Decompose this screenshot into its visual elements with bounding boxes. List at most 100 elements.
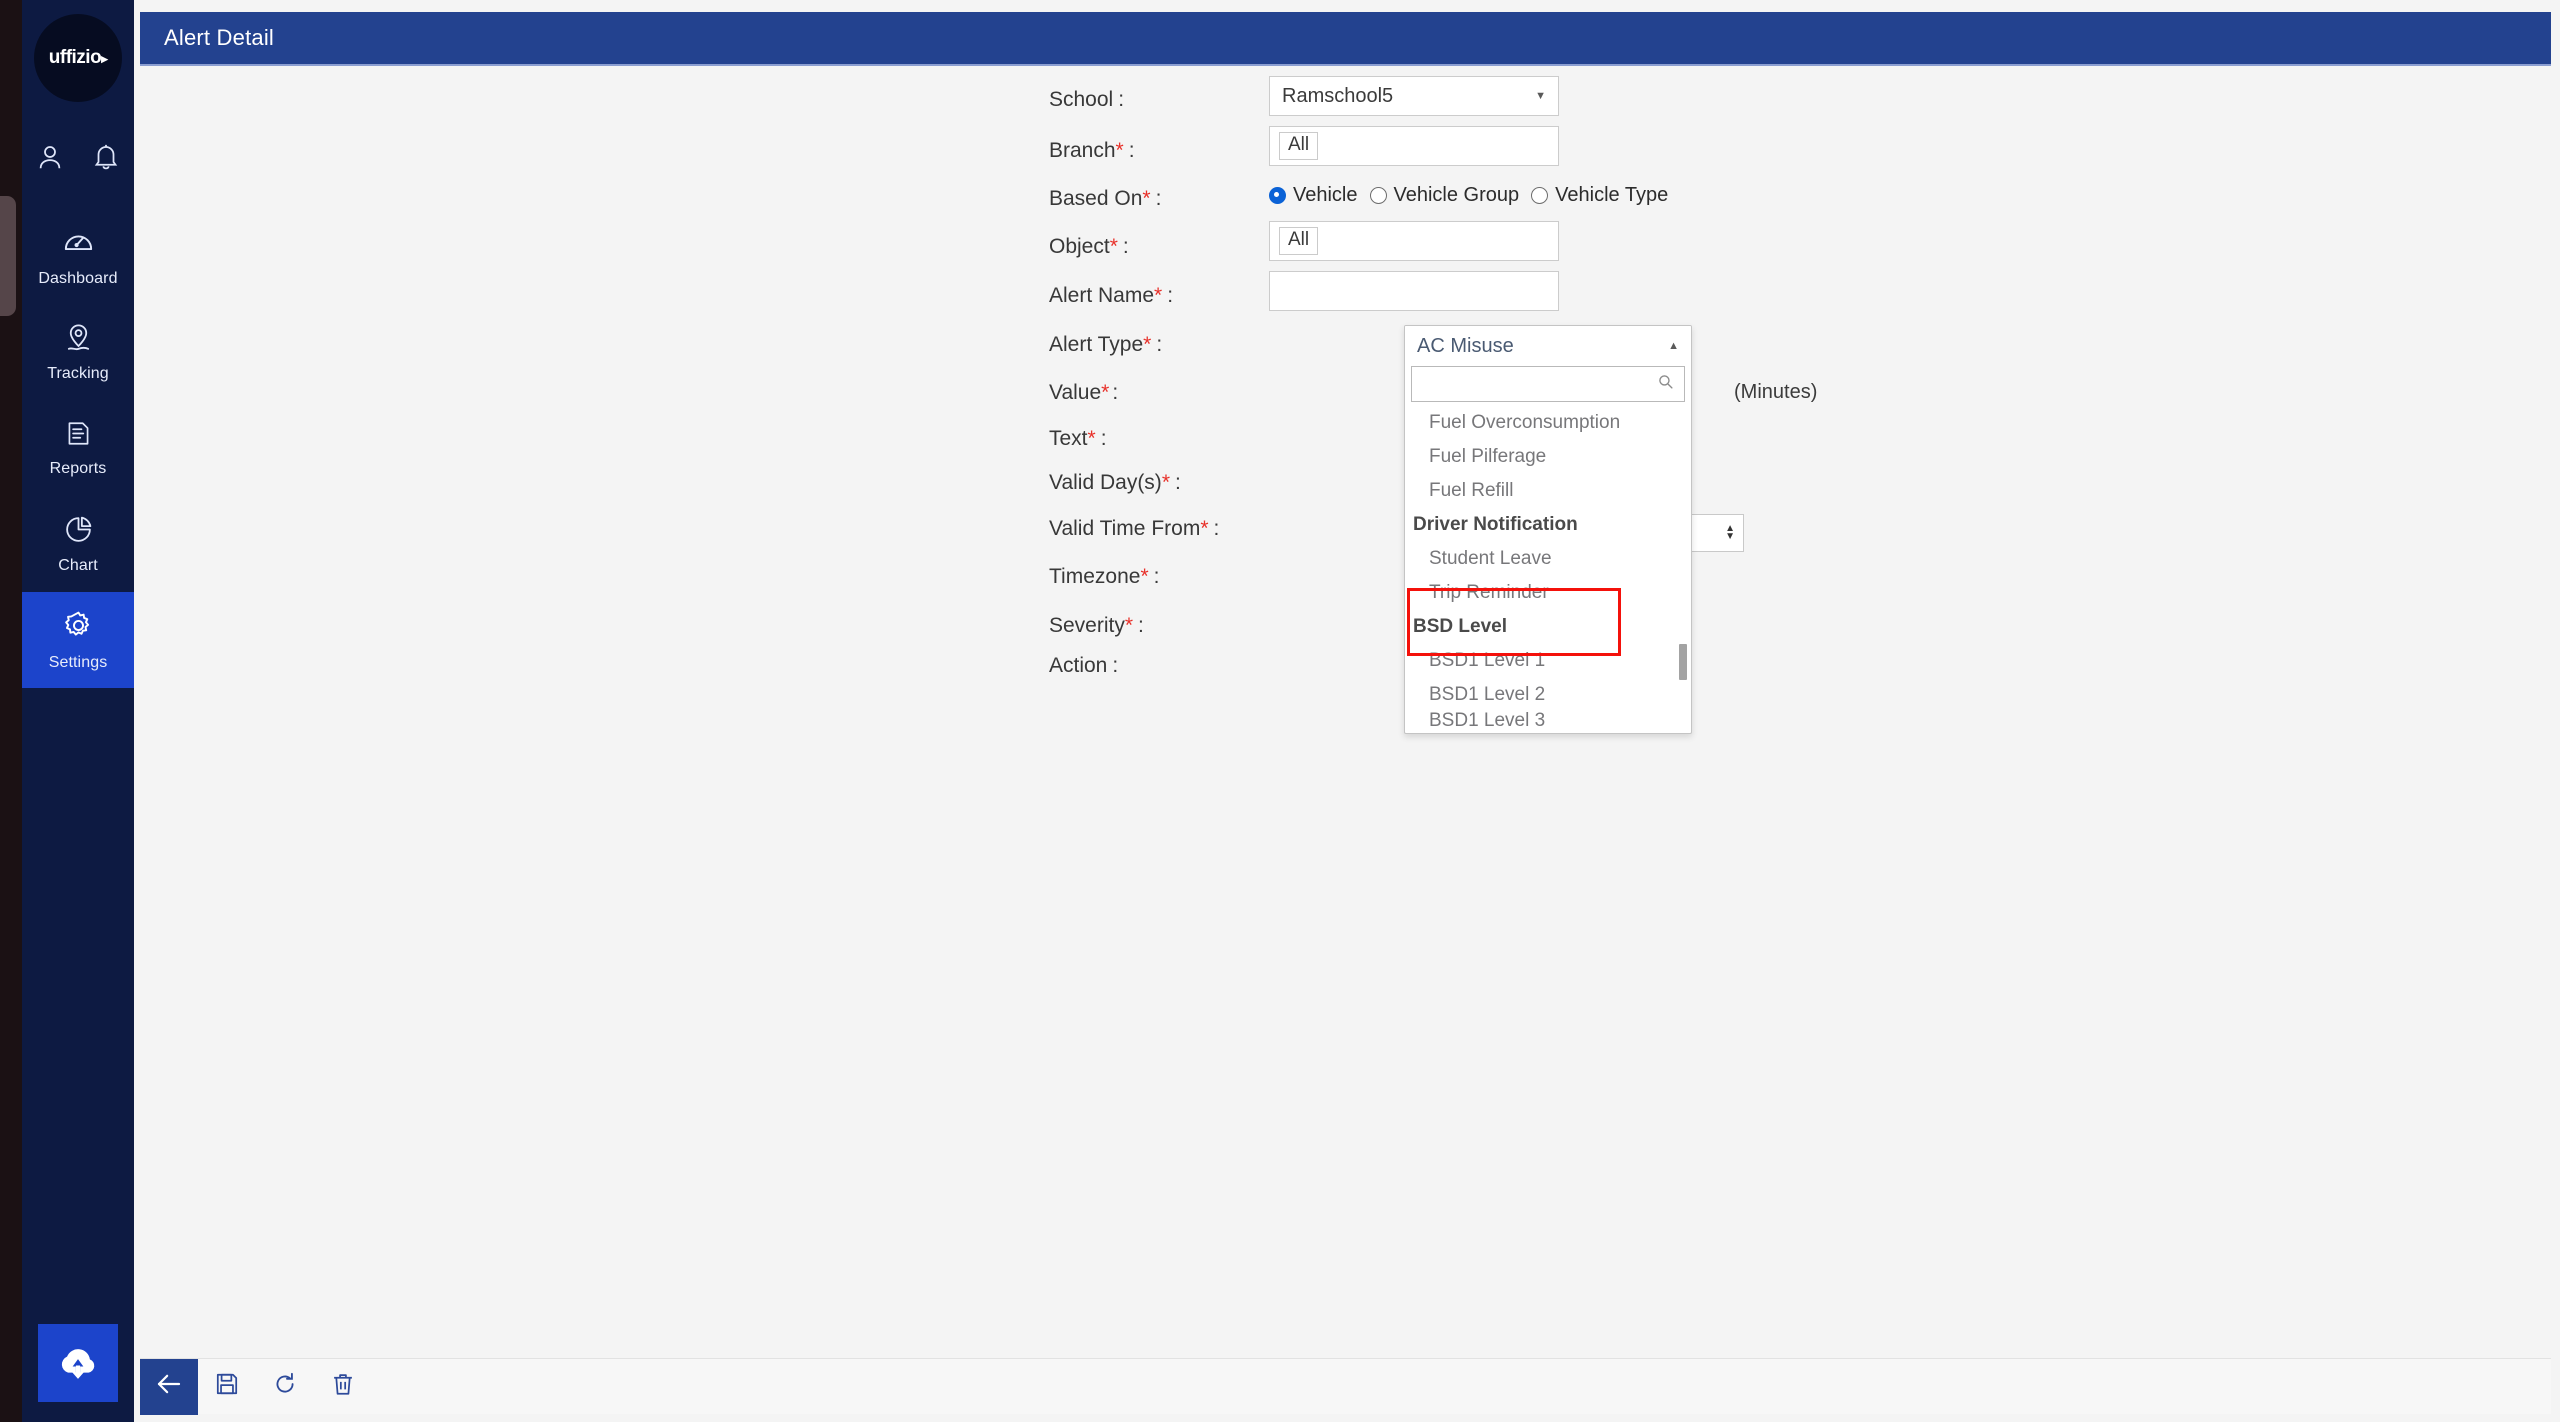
alert-type-select-header[interactable]: AC Misuse ▲ (1405, 326, 1691, 366)
sidebar-nav: Dashboard Tracking Reports (22, 208, 134, 688)
trash-icon (330, 1371, 356, 1402)
label-school: School: (1049, 88, 1269, 112)
arrow-left-icon (154, 1369, 184, 1404)
branch-multiselect[interactable]: All (1269, 126, 1559, 166)
radio-vehicle-group[interactable]: Vehicle Group (1370, 184, 1520, 207)
dropdown-group-bsd-level: BSD Level (1405, 610, 1691, 644)
chevron-down-icon: ▼ (1535, 90, 1546, 102)
sidebar-item-label: Settings (49, 654, 108, 672)
page-content: Alert Detail School: Ramschool5 ▼ Branch… (134, 0, 2560, 1422)
delete-button[interactable] (314, 1359, 372, 1415)
alert-name-input[interactable] (1269, 271, 1559, 311)
sidebar-item-label: Chart (58, 557, 98, 575)
label-text: Text*: (1049, 427, 1269, 451)
required-asterisk: * (1162, 471, 1170, 494)
branch-chip[interactable]: All (1279, 132, 1318, 160)
label-severity: Severity*: (1049, 614, 1269, 638)
bell-icon[interactable] (91, 142, 121, 172)
dropdown-option-trip-reminder[interactable]: Trip Reminder (1405, 576, 1691, 610)
radio-indicator (1370, 187, 1387, 204)
page-title: Alert Detail (140, 25, 274, 51)
speedometer-icon (62, 225, 95, 263)
required-asterisk: * (1143, 333, 1151, 356)
sidebar-item-reports[interactable]: Reports (22, 400, 134, 496)
label-timezone: Timezone*: (1049, 565, 1269, 589)
dropdown-option-list[interactable]: Fuel Overconsumption Fuel Pilferage Fuel… (1405, 406, 1691, 733)
required-asterisk: * (1154, 284, 1162, 307)
pie-chart-icon (63, 514, 94, 550)
page-header: Alert Detail (140, 12, 2551, 66)
dropdown-scrollbar-thumb[interactable] (1679, 644, 1687, 680)
save-button[interactable] (198, 1359, 256, 1415)
radio-vehicle[interactable]: Vehicle (1269, 184, 1358, 207)
object-chip[interactable]: All (1279, 227, 1318, 255)
dropdown-group-driver-notification: Driver Notification (1405, 508, 1691, 542)
sidebar-item-label: Tracking (47, 365, 109, 383)
floppy-disk-icon (214, 1371, 240, 1402)
reset-button[interactable] (256, 1359, 314, 1415)
dropdown-scrollbar-track[interactable] (1679, 406, 1687, 733)
dropdown-option-bsd1-level-3[interactable]: BSD1 Level 3 (1405, 712, 1691, 729)
sidebar-item-label: Reports (50, 460, 107, 478)
label-valid-days: Valid Day(s)*: (1049, 471, 1269, 495)
radio-indicator (1269, 187, 1286, 204)
school-select[interactable]: Ramschool5 ▼ (1269, 76, 1559, 116)
sidebar-item-settings[interactable]: Settings (22, 592, 134, 688)
label-action: Action: (1049, 654, 1269, 678)
label-alert-type: Alert Type*: (1049, 333, 1269, 357)
dropdown-option-bsd1-level-1[interactable]: BSD1 Level 1 (1405, 644, 1691, 678)
app-logo[interactable]: uffizio▸ (34, 14, 122, 102)
chevron-up-icon: ▲ (1668, 340, 1679, 352)
search-icon (1657, 373, 1674, 395)
cloud-download-icon[interactable] (38, 1324, 118, 1402)
logo-text: uffizio▸ (49, 47, 107, 69)
required-asterisk: * (1110, 235, 1118, 258)
user-icon[interactable] (35, 142, 65, 172)
required-asterisk: * (1140, 565, 1148, 588)
required-asterisk: * (1101, 381, 1109, 404)
spinner-arrows-icon[interactable]: ▲▼ (1725, 526, 1735, 540)
dropdown-search-input[interactable] (1411, 366, 1685, 402)
required-asterisk: * (1116, 139, 1124, 162)
dropdown-option-fuel-refill[interactable]: Fuel Refill (1405, 474, 1691, 508)
dropdown-option-bsd1-level-2[interactable]: BSD1 Level 2 (1405, 678, 1691, 712)
required-asterisk: * (1088, 427, 1096, 450)
map-pin-icon (63, 322, 94, 358)
label-valid-time-from: Valid Time From*: (1049, 517, 1269, 541)
document-icon (64, 419, 93, 453)
gear-icon (62, 609, 95, 647)
radio-label: Vehicle Group (1394, 184, 1520, 207)
label-branch: Branch*: (1049, 139, 1269, 163)
alert-type-selected-value: AC Misuse (1417, 335, 1514, 358)
required-asterisk: * (1142, 187, 1150, 210)
radio-label: Vehicle Type (1555, 184, 1668, 207)
label-based-on: Based On*: (1049, 187, 1269, 211)
sidebar-item-tracking[interactable]: Tracking (22, 304, 134, 400)
radio-vehicle-type[interactable]: Vehicle Type (1531, 184, 1668, 207)
bottom-toolbar (140, 1358, 2551, 1414)
refresh-icon (272, 1371, 298, 1402)
school-select-value: Ramschool5 (1282, 85, 1393, 108)
label-object: Object*: (1049, 235, 1269, 259)
sidebar-item-chart[interactable]: Chart (22, 496, 134, 592)
dropdown-option-student-leave[interactable]: Student Leave (1405, 542, 1691, 576)
back-button[interactable] (140, 1359, 198, 1415)
sidebar-item-dashboard[interactable]: Dashboard (22, 208, 134, 304)
based-on-radio-group: Vehicle Vehicle Group Vehicle Type (1269, 184, 1668, 207)
object-multiselect[interactable]: All (1269, 221, 1559, 261)
value-unit-label: (Minutes) (1734, 381, 1817, 404)
radio-indicator (1531, 187, 1548, 204)
radio-label: Vehicle (1293, 184, 1358, 207)
edge-rail (0, 0, 22, 1422)
dropdown-option-fuel-overconsumption[interactable]: Fuel Overconsumption (1405, 406, 1691, 440)
sidebar-collapse-handle[interactable] (0, 196, 16, 316)
required-asterisk: * (1125, 614, 1133, 637)
alert-type-dropdown[interactable]: AC Misuse ▲ Fuel Overconsumption Fuel Pi… (1404, 325, 1692, 734)
label-value: Value*: (1049, 381, 1269, 405)
sidebar-item-label: Dashboard (38, 270, 117, 288)
dropdown-search-wrap (1405, 366, 1691, 406)
required-asterisk: * (1200, 517, 1208, 540)
sidebar-quick-icons (22, 142, 134, 172)
sidebar: uffizio▸ Dashboard (22, 0, 134, 1422)
dropdown-option-fuel-pilferage[interactable]: Fuel Pilferage (1405, 440, 1691, 474)
